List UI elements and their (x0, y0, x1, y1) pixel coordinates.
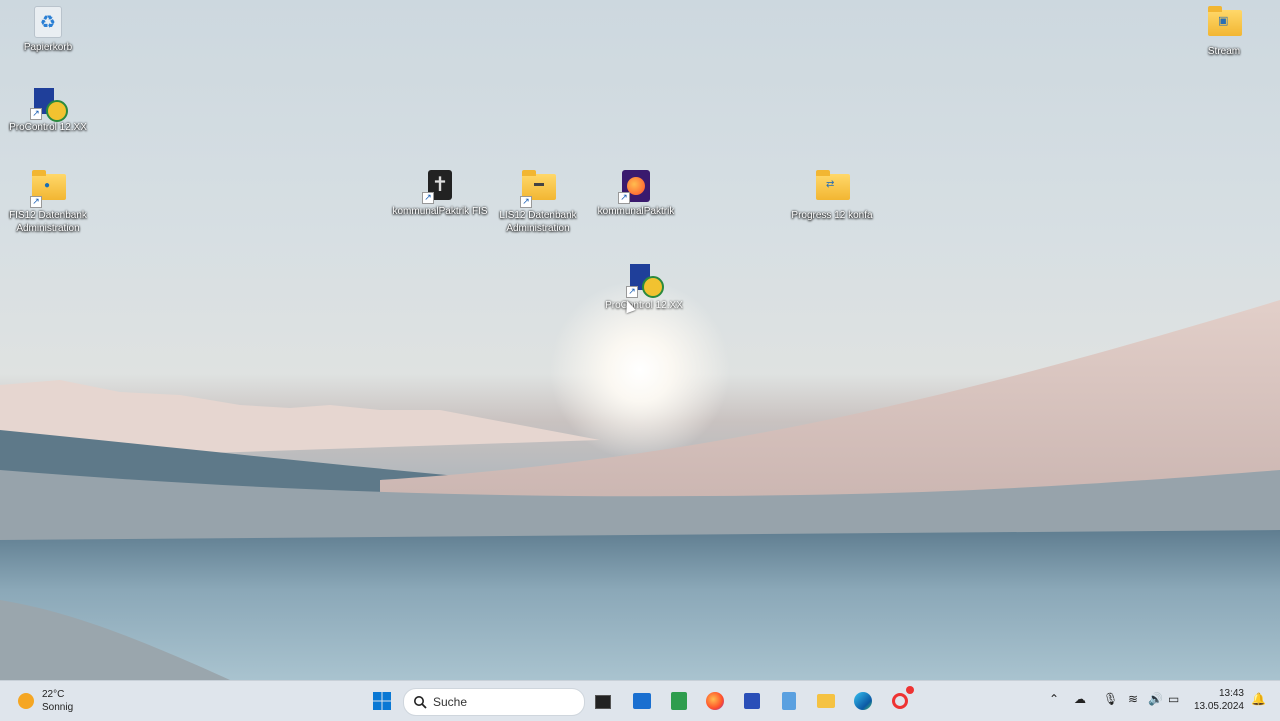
edge-icon (854, 692, 872, 710)
clock[interactable]: 13:43 13.05.2024 (1188, 687, 1244, 713)
clock-date: 13.05.2024 (1193, 701, 1244, 712)
chevron-up-icon[interactable]: ⌃ (1049, 692, 1059, 706)
desktop-icon-label: ProControl 12.XX (605, 300, 683, 311)
volume-icon[interactable]: 🔊 (1148, 692, 1163, 706)
battery-icon[interactable]: ▭ (1168, 692, 1179, 706)
desktop-icon-label: kommunalPaktrik (597, 206, 675, 217)
wifi-icon[interactable]: ≋ (1128, 692, 1138, 706)
search-box[interactable]: Suche (403, 688, 585, 716)
weather-condition: Sonnig (42, 702, 74, 713)
windows-icon (373, 692, 391, 710)
save-app-button[interactable] (740, 689, 764, 713)
desktop-icon-kommunal-fis[interactable]: ✝ ↗ kommunalPaktrik FIS (392, 170, 488, 218)
desktop-icon-label: FIS12 Datenbank Administration (9, 210, 87, 234)
desktop-icon-label: LIS12 Datenbank Administration (499, 210, 577, 234)
recording-app-button[interactable] (888, 686, 914, 713)
task-view-icon (595, 695, 611, 709)
desktop: ♻ Papierkorb ↗ ProControl 12.XX ● ↗ FIS1… (0, 0, 1280, 680)
folder-db-icon: ● ↗ (30, 170, 66, 208)
folder-icon: ⇄ (816, 170, 850, 206)
notification-dot (906, 686, 914, 694)
desktop-icon-progress-konfa[interactable]: ⇄ Progress 12 konfa (784, 170, 880, 222)
record-icon (892, 693, 908, 709)
desktop-icon-recycle-bin[interactable]: ♻ Papierkorb (0, 6, 96, 54)
search-icon (414, 696, 427, 709)
desktop-icon-label: Papierkorb (23, 42, 73, 53)
desktop-icon-label: kommunalPaktrik FIS (392, 206, 488, 217)
task-view-button[interactable] (591, 689, 615, 713)
microphone-icon[interactable]: 🎙 (1103, 692, 1118, 706)
start-button[interactable] (370, 689, 394, 713)
desktop-icon-fis12-db-admin[interactable]: ● ↗ FIS12 Datenbank Administration (0, 170, 96, 235)
folder-icon: ▣ (1208, 6, 1242, 42)
onedrive-icon[interactable]: ☁ (1074, 692, 1086, 706)
desktop-icon-stream[interactable]: ▣ Stream (1176, 6, 1272, 58)
cross-app-icon: ✝ ↗ (422, 170, 456, 204)
notepad-button[interactable] (777, 689, 801, 713)
bell-icon[interactable]: 🔔 (1251, 692, 1266, 706)
folder-icon (817, 694, 835, 708)
desktop-icon-lis12-db-admin[interactable]: ▬ ↗ LIS12 Datenbank Administration (490, 170, 586, 235)
procontrol-icon: ↗ (626, 264, 664, 298)
desktop-icon-label: Progress 12 konfa (791, 210, 873, 221)
sun-icon (18, 693, 34, 709)
notepad-icon (782, 692, 796, 710)
weather-temperature: 22°C (42, 689, 65, 700)
clock-time: 13:43 (1218, 688, 1244, 699)
desktop-icon-kommunal[interactable]: ↗ kommunalPaktrik (588, 170, 684, 218)
firefox-button[interactable] (703, 689, 727, 713)
taskbar: 22°C Sonnig Suche ⌃ ☁ 🎙 ≋ 🔊 ▭ 13:43 13.0… (0, 680, 1280, 721)
excel-app-button[interactable] (667, 689, 691, 713)
folder-db-icon: ▬ ↗ (520, 170, 556, 208)
recycle-bin-icon: ♻ (34, 6, 62, 38)
store-icon (633, 693, 651, 709)
edge-button[interactable] (851, 689, 875, 713)
file-explorer-button[interactable] (814, 689, 838, 713)
procontrol-icon: ↗ (30, 86, 68, 122)
desktop-icon-label: Stream (1207, 46, 1241, 57)
spreadsheet-icon (671, 692, 687, 710)
wallpaper (0, 280, 1280, 680)
floppy-icon (744, 693, 760, 709)
firefox-icon (706, 692, 724, 710)
store-button[interactable] (630, 689, 654, 713)
desktop-icon-procontrol[interactable]: ↗ ProControl 12.XX (0, 86, 96, 134)
search-placeholder: Suche (433, 695, 468, 709)
desktop-icon-procontrol-2[interactable]: ↗ ProControl 12.XX (596, 264, 692, 312)
desktop-icon-label: ProControl 12.XX (9, 122, 87, 133)
firefox-icon: ↗ (618, 170, 652, 204)
